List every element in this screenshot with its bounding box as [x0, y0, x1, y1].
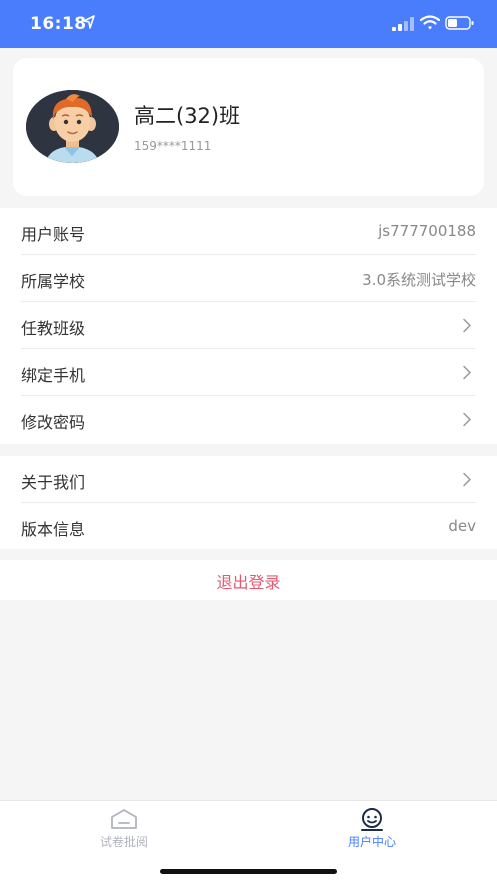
- row-value: dev: [448, 517, 476, 535]
- avatar[interactable]: [26, 90, 119, 163]
- row-label: 关于我们: [21, 473, 86, 492]
- row-label: 绑定手机: [21, 366, 86, 385]
- signal-icon: [392, 17, 414, 31]
- tab-label: 用户中心: [347, 835, 396, 849]
- battery-icon: [445, 16, 474, 30]
- row-label: 任教班级: [21, 319, 86, 338]
- wifi-icon: [420, 15, 440, 30]
- chevron-right-icon: [463, 365, 471, 380]
- profile-card[interactable]: 高二(32)班 159****1111: [13, 58, 484, 196]
- row-user-account[interactable]: 用户账号 js777700188: [0, 208, 497, 255]
- home-icon: [111, 809, 137, 829]
- row-label: 用户账号: [21, 225, 86, 244]
- tab-user-center[interactable]: 用户中心: [248, 801, 496, 861]
- row-label: 版本信息: [21, 520, 86, 539]
- profile-section: 高二(32)班 159****1111: [0, 48, 497, 207]
- row-value: 3.0系统测试学校: [362, 271, 476, 289]
- chevron-right-icon: [463, 318, 471, 333]
- status-bar: 16:18: [0, 0, 497, 48]
- row-change-password[interactable]: 修改密码: [0, 396, 497, 443]
- row-version-info[interactable]: 版本信息 dev: [0, 503, 497, 550]
- settings-group-account: 用户账号 js777700188 所属学校 3.0系统测试学校 任教班级 绑定手…: [0, 208, 497, 444]
- row-label: 修改密码: [21, 413, 86, 432]
- chevron-right-icon: [463, 412, 471, 427]
- row-bind-phone[interactable]: 绑定手机: [0, 349, 497, 396]
- tab-label: 试卷批阅: [99, 835, 148, 849]
- profile-name: 高二(32)班: [134, 104, 241, 128]
- row-label: 所属学校: [21, 272, 86, 291]
- home-indicator: [160, 869, 337, 874]
- logout-label: 退出登录: [216, 573, 281, 592]
- row-school[interactable]: 所属学校 3.0系统测试学校: [0, 255, 497, 302]
- chevron-right-icon: [463, 472, 471, 487]
- tab-paper-review[interactable]: 试卷批阅: [0, 801, 248, 861]
- profile-phone: 159****1111: [134, 139, 212, 153]
- status-time: 16:18: [30, 14, 87, 34]
- boy-avatar-icon: [26, 90, 119, 163]
- user-icon: [361, 808, 383, 831]
- logout-button[interactable]: 退出登录: [0, 560, 497, 600]
- row-about-us[interactable]: 关于我们: [0, 456, 497, 503]
- location-arrow-icon: [83, 15, 95, 29]
- settings-group-about: 关于我们 版本信息 dev: [0, 456, 497, 549]
- row-value: js777700188: [378, 222, 476, 240]
- row-teaching-class[interactable]: 任教班级: [0, 302, 497, 349]
